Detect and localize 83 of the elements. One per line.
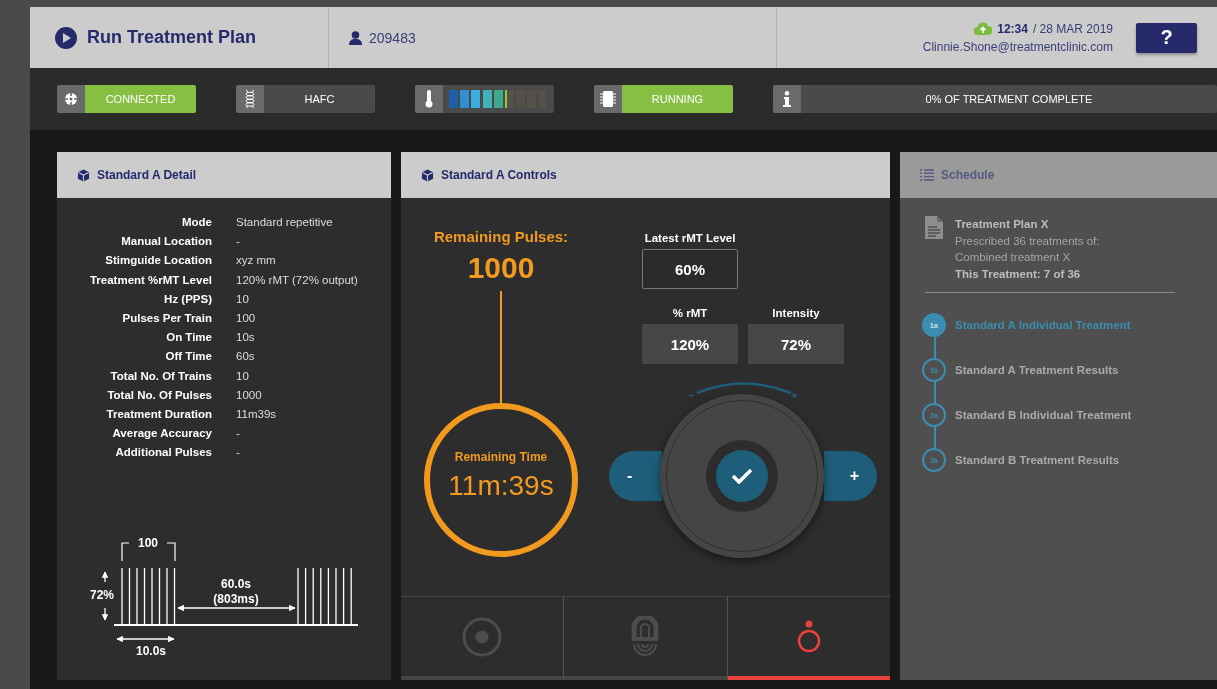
coil-icon (245, 90, 255, 108)
mode-tab[interactable] (564, 597, 728, 680)
mode-tab[interactable] (401, 597, 565, 680)
cloud-upload-icon (974, 22, 993, 35)
checkmark-icon (731, 468, 753, 484)
play-icon (55, 26, 77, 49)
detail-label: Treatment %rMT Level (88, 272, 212, 288)
interval-sub-label: (803ms) (213, 592, 259, 606)
decrease-button[interactable]: - (609, 451, 662, 501)
patient-id: 209483 (369, 29, 416, 46)
pin-icon (795, 619, 822, 654)
field-label: % rMT (672, 307, 708, 319)
coil-icon (631, 615, 660, 658)
latest-rmt-field: 60% (642, 249, 738, 289)
detail-value: 60s (236, 349, 256, 365)
panel-title: Standard A Detail (97, 168, 197, 182)
schedule-step[interactable]: Standard A Treatment Results (955, 364, 1119, 376)
detail-value: Standard repetitive (236, 215, 334, 230)
train-count-label: 100 (138, 536, 158, 550)
detail-value: - (236, 426, 241, 442)
amplitude-up-arrow (101, 571, 109, 583)
detail-value: 100 (236, 310, 257, 326)
remaining-time-label: Remaining Time (454, 450, 548, 464)
status-label: HAFC (264, 85, 375, 113)
detail-label: Hz (PPS) (163, 291, 212, 307)
schedule-step[interactable]: Standard A Individual Treatment (955, 319, 1131, 331)
status-label: CONNECTED (85, 85, 196, 113)
page-title: Run Treatment Plan (87, 27, 257, 48)
current-time: 12:34 (997, 21, 1028, 36)
field-label: Intensity (772, 307, 820, 319)
detail-label: Pulses Per Train (121, 310, 212, 326)
interval-label: 60.0s (221, 577, 251, 591)
setting-field: 72% (748, 324, 844, 364)
amplitude-down-arrow (101, 607, 109, 621)
help-button[interactable]: ? (1136, 22, 1197, 53)
amplitude-label: 72% (90, 588, 114, 602)
status-label: 0% OF TREATMENT COMPLETE (801, 85, 1217, 113)
detail-label: Total No. Of Trains (109, 368, 212, 384)
list-icon (920, 169, 934, 181)
increase-button[interactable]: + (824, 451, 877, 501)
prescription-document-icon (925, 216, 943, 239)
current-date: / 28 MAR 2019 (1032, 21, 1113, 36)
train-duration-arrow (116, 635, 175, 643)
user-email: Clinnie.Shone@treatmentclinic.com (922, 39, 1113, 54)
crosshair-icon (63, 91, 79, 107)
panel-title: Standard A Controls (441, 168, 557, 182)
detail-label: Stimguide Location (104, 253, 212, 269)
confirm-button[interactable] (716, 450, 768, 502)
schedule-step[interactable]: Standard B Individual Treatment (955, 409, 1132, 421)
status-label: RUNNING (622, 85, 733, 113)
cube-icon (421, 168, 434, 182)
detail-value: - (236, 234, 241, 250)
target-icon (461, 615, 504, 658)
detail-label: Additional Pulses (114, 445, 212, 461)
detail-value: 10s (236, 330, 256, 346)
detail-value: 10 (236, 291, 250, 307)
detail-value: 1000 (236, 387, 263, 403)
detail-label: Mode (180, 215, 212, 230)
plan-summary: Treatment Plan X Prescribed 36 treatments of: Combined treatment X This Treatment: 7 of 36 (955, 217, 1100, 282)
info-icon (783, 91, 791, 107)
detail-label: On Time (165, 330, 212, 346)
detail-label: Total No. Of Pulses (106, 387, 212, 403)
detail-label: Treatment Duration (105, 406, 212, 422)
thermometer-icon (425, 90, 433, 108)
setting-field: 120% (642, 324, 738, 364)
detail-value: 120% rMT (72% output) (236, 272, 359, 288)
remaining-pulses-label: Remaining Pulses: (433, 228, 569, 245)
user-icon (349, 30, 362, 45)
detail-value: - (236, 445, 241, 461)
schedule-step[interactable]: Standard B Treatment Results (955, 454, 1120, 466)
train-duration-label: 10.0s (136, 644, 166, 658)
detail-value: 11m39s (236, 406, 278, 422)
remaining-time-value: 11m:39s (448, 470, 554, 502)
remaining-pulses-value: 1000 (467, 251, 535, 285)
detail-label: Manual Location (120, 234, 212, 250)
detail-label: Off Time (164, 349, 212, 365)
detail-value: xyz mm (236, 253, 277, 269)
detail-label: Average Accuracy (111, 426, 212, 442)
panel-title: Schedule (941, 168, 995, 182)
cube-icon (77, 168, 90, 182)
chip-icon (600, 90, 616, 108)
field-label: Latest rMT Level (644, 232, 736, 244)
detail-value: 10 (236, 368, 250, 384)
